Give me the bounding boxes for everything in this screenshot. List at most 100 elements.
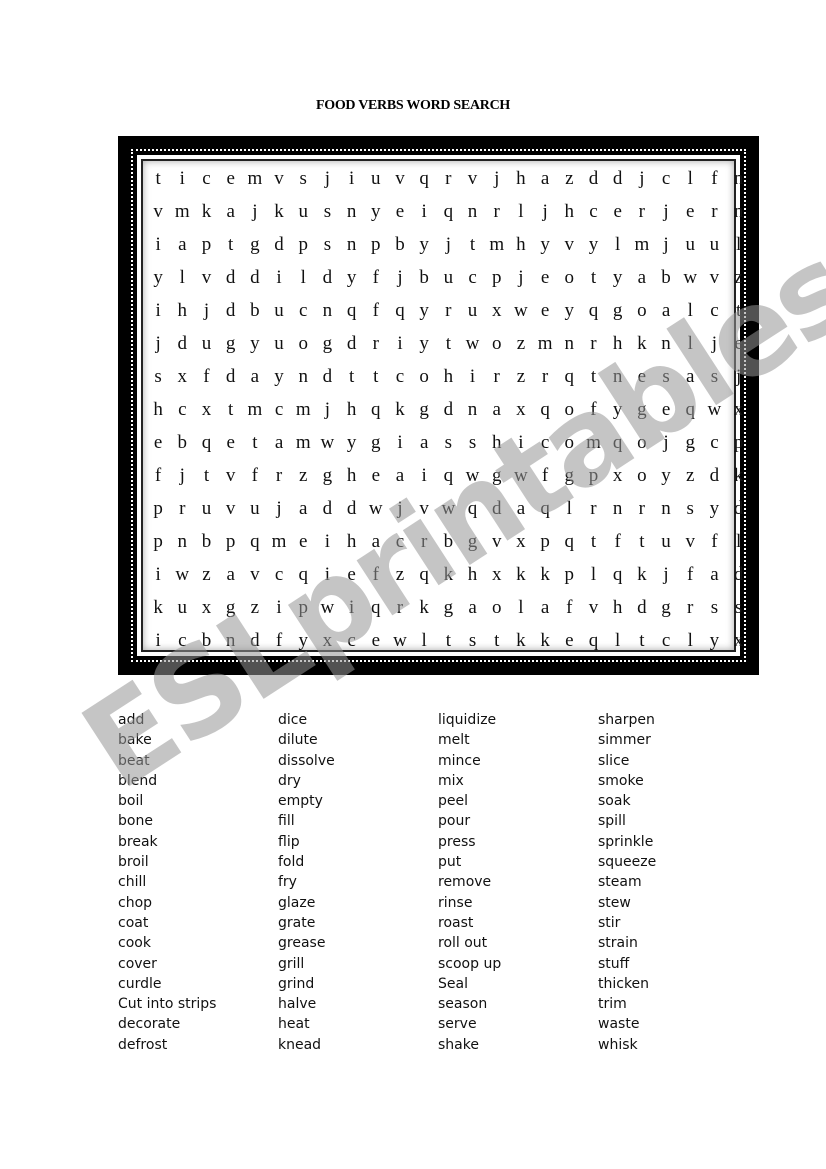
grid-letter: g [250, 234, 260, 255]
grid-letter: p [733, 432, 744, 453]
grid-letter: g [637, 399, 647, 420]
grid-letter: k [733, 465, 744, 486]
grid-letter: n [612, 498, 623, 519]
grid-letter: g [225, 597, 236, 618]
grid-letter: p [371, 234, 381, 255]
word-item: beat [118, 752, 150, 769]
grid-letter: c [589, 201, 598, 222]
grid-letter: t [203, 465, 210, 486]
grid-letter: v [564, 234, 575, 255]
word-item: sharpen [598, 712, 655, 728]
grid-letter: k [516, 564, 526, 585]
grid-letter: s [323, 201, 332, 222]
grid-letter: a [540, 168, 550, 189]
grid-letter: n [661, 498, 671, 519]
grid-letter: d [177, 333, 188, 354]
grid-letter: n [298, 366, 308, 387]
grid-letter: p [153, 498, 163, 519]
grid-letter: e [371, 465, 380, 486]
grid-letter: f [251, 465, 258, 486]
grid-letter: y [419, 333, 429, 354]
grid-letter: d [250, 630, 260, 651]
grid-letter: b [201, 531, 212, 552]
grid-letter: q [419, 168, 429, 189]
grid-letter: a [299, 498, 308, 519]
grid-letter: t [228, 399, 234, 420]
grid-letter: j [711, 333, 718, 354]
grid-letter: c [710, 300, 719, 321]
grid-letter: z [516, 333, 526, 354]
grid-letter: t [639, 630, 645, 651]
grid-letter: j [639, 168, 645, 189]
grid-letter: h [516, 168, 526, 189]
grid-letter: d [733, 564, 744, 585]
word-item: whisk [598, 1036, 638, 1053]
grid-letter: h [346, 531, 357, 552]
grid-letter: e [226, 432, 235, 453]
grid-letter: o [419, 366, 429, 387]
grid-letter: t [735, 300, 742, 321]
grid-letter: j [203, 300, 210, 321]
grid-letter: t [590, 366, 597, 387]
grid-letter: s [154, 366, 162, 387]
grid-letter: g [467, 531, 478, 552]
grid-letter: r [275, 465, 283, 486]
word-item: empty [278, 793, 323, 810]
grid-letter: j [663, 564, 669, 585]
word-item: dissolve [278, 752, 335, 769]
grid-letter: m [295, 399, 311, 420]
grid-letter: w [514, 300, 528, 321]
word-item: broil [118, 854, 149, 871]
grid-letter: x [733, 630, 744, 651]
grid-letter: p [588, 465, 599, 486]
grid-letter: l [566, 498, 572, 519]
grid-letter: b [443, 531, 454, 552]
grid-letter: w [514, 465, 528, 486]
grid-letter: p [153, 531, 163, 552]
grid-letter: l [179, 267, 185, 288]
grid-letter: s [686, 498, 694, 519]
grid-letter: k [516, 630, 526, 651]
grid-letter: p [201, 234, 212, 255]
grid-letter: g [491, 465, 502, 486]
word-item: sprinkle [598, 833, 654, 850]
word-item: steam [598, 874, 642, 891]
word-item: remove [438, 874, 492, 891]
word-item: serve [438, 1016, 477, 1033]
word-item: grate [278, 914, 316, 931]
grid-letter: o [491, 597, 502, 618]
grid-letter: s [662, 366, 670, 387]
grid-letter: s [710, 597, 719, 618]
grid-letter: o [298, 333, 308, 354]
word-item: pour [438, 813, 471, 830]
grid-letter: t [228, 234, 234, 255]
grid-letter: h [346, 465, 357, 486]
grid-letter: z [686, 465, 695, 486]
grid-letter: r [445, 168, 452, 189]
grid-letter: p [298, 234, 308, 255]
grid-letter: r [541, 366, 549, 387]
grid-letter: r [445, 300, 452, 321]
grid-letter: g [371, 432, 381, 453]
grid-letter: c [274, 399, 284, 420]
grid-letter: j [542, 201, 548, 222]
grid-letter: j [179, 465, 185, 486]
word-item: bake [118, 732, 152, 749]
grid-letter: f [541, 465, 549, 486]
grid-letter: x [733, 399, 744, 420]
grid-letter: i [397, 432, 403, 453]
word-item: spill [598, 813, 626, 830]
grid-letter: s [323, 234, 332, 255]
grid-letter: x [516, 531, 526, 552]
grid-letter: y [153, 267, 163, 288]
grid-letter: h [612, 333, 623, 354]
word-item: knead [278, 1036, 322, 1053]
grid-letter: x [491, 564, 502, 585]
grid-letter: c [661, 168, 671, 189]
grid-letter: n [177, 531, 188, 552]
grid-letter: a [686, 366, 695, 387]
grid-letter: w [320, 597, 335, 618]
word-item: dilute [278, 732, 318, 749]
grid-letter: w [393, 630, 407, 651]
grid-letter: j [663, 201, 669, 222]
